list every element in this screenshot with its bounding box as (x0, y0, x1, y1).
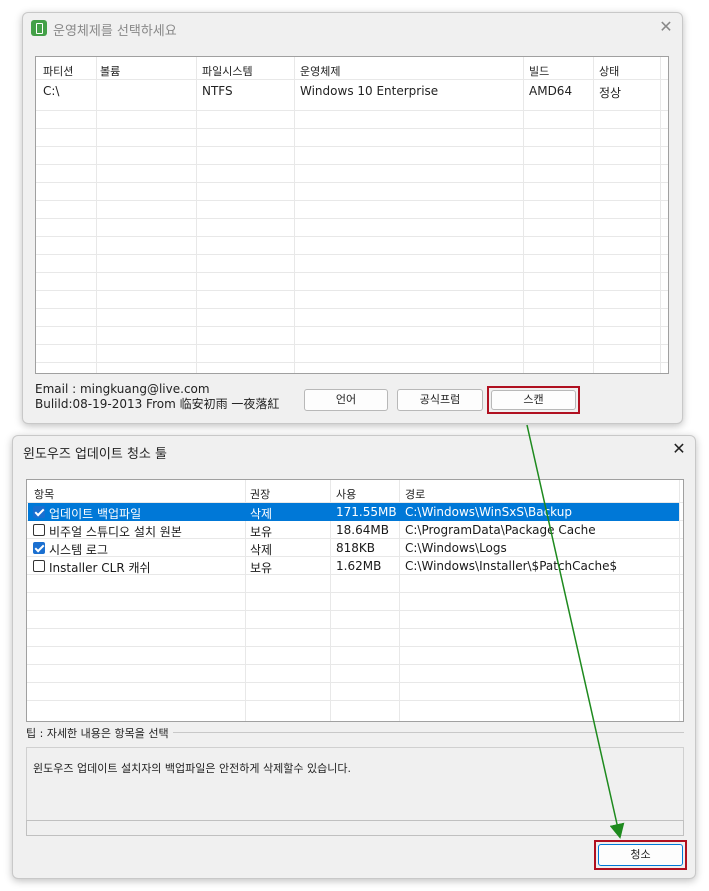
close-icon[interactable]: ✕ (671, 441, 687, 457)
tip-label: 팁 : 자세한 내용은 항목을 선택 (26, 725, 173, 741)
column-header-status[interactable]: 상태 (599, 63, 619, 79)
item-recommend: 보유 (250, 525, 273, 539)
column-header-usage[interactable]: 사용 (336, 486, 356, 502)
column-header-os[interactable]: 운영체제 (300, 63, 340, 79)
build-text: Bulild:08-19-2013 From 临安初雨 一夜落紅 (35, 397, 280, 411)
row-checkbox[interactable] (33, 560, 45, 572)
official-site-button[interactable]: 공식프럼 (397, 389, 483, 411)
os-row-partition[interactable]: C:\ (43, 84, 59, 98)
table-row[interactable]: Installer CLR 캐쉬 보유 1.62MB C:\Windows\In… (28, 557, 679, 575)
status-bar (26, 820, 684, 836)
item-path: C:\Windows\Logs (405, 541, 507, 555)
os-select-window: 운영체제를 선택하세요 ✕ 파티션 볼륨 파일시스템 운영체제 빌드 상태 C:… (22, 12, 683, 424)
column-header-path[interactable]: 경로 (405, 486, 425, 502)
scan-button[interactable]: 스캔 (491, 390, 576, 410)
column-header-build[interactable]: 빌드 (529, 63, 549, 79)
item-name: 비주얼 스튜디오 설치 원본 (49, 525, 182, 539)
close-icon[interactable]: ✕ (658, 19, 674, 35)
item-name: 업데이트 백업파일 (49, 507, 142, 521)
table-row[interactable]: 비주얼 스튜디오 설치 원본 보유 18.64MB C:\ProgramData… (28, 521, 679, 539)
author-info: Email : mingkuang@live.com Bulild:08-19-… (35, 382, 279, 412)
table-row[interactable]: 시스템 로그 삭제 818KB C:\Windows\Logs (28, 539, 679, 557)
item-recommend: 삭제 (250, 507, 273, 521)
item-recommend: 삭제 (250, 543, 273, 557)
os-row-filesystem[interactable]: NTFS (202, 84, 233, 98)
item-size: 18.64MB (336, 523, 389, 537)
item-size: 1.62MB (336, 559, 382, 573)
language-button[interactable]: 언어 (304, 389, 388, 411)
update-cleaner-window: 윈도우즈 업데이트 청소 툴 ✕ 항목 권장 사용 경로 업데이트 백업파일 삭… (12, 435, 696, 879)
row-checkbox[interactable] (33, 506, 45, 518)
app-icon (31, 20, 47, 36)
item-path: C:\Windows\WinSxS\Backup (405, 505, 572, 519)
column-header-volume[interactable]: 볼륨 (100, 63, 120, 79)
item-size: 171.55MB (336, 505, 397, 519)
os-list[interactable]: 파티션 볼륨 파일시스템 운영체제 빌드 상태 C:\ NTFS Windows… (35, 56, 669, 374)
item-recommend: 보유 (250, 561, 273, 575)
item-name: Installer CLR 캐쉬 (49, 561, 151, 575)
os-row-os[interactable]: Windows 10 Enterprise (300, 84, 438, 98)
email-text: Email : mingkuang@live.com (35, 382, 210, 396)
tip-text: 윈도우즈 업데이트 설치자의 백업파일은 안전하게 삭제할수 있습니다. (33, 762, 351, 775)
item-path: C:\Windows\Installer\$PatchCache$ (405, 559, 618, 573)
window-title: 운영체제를 선택하세요 (53, 24, 177, 39)
clean-button[interactable]: 청소 (598, 844, 683, 866)
table-row[interactable]: 업데이트 백업파일 삭제 171.55MB C:\Windows\WinSxS\… (28, 503, 679, 521)
os-row-build[interactable]: AMD64 (529, 84, 572, 98)
title-bar: 운영체제를 선택하세요 ✕ (23, 13, 682, 43)
cleanup-item-list[interactable]: 항목 권장 사용 경로 업데이트 백업파일 삭제 171.55MB C:\Win… (26, 479, 684, 722)
os-row-status[interactable]: 정상 (599, 84, 621, 101)
column-header-partition[interactable]: 파티션 (43, 63, 73, 79)
row-checkbox[interactable] (33, 542, 45, 554)
row-checkbox[interactable] (33, 524, 45, 536)
item-path: C:\ProgramData\Package Cache (405, 523, 596, 537)
column-header-filesystem[interactable]: 파일시스템 (202, 63, 253, 79)
column-header-item[interactable]: 항목 (34, 486, 54, 502)
window-title: 윈도우즈 업데이트 청소 툴 (23, 447, 167, 462)
item-name: 시스템 로그 (49, 543, 109, 557)
column-header-recommend[interactable]: 권장 (250, 486, 270, 502)
item-size: 818KB (336, 541, 376, 555)
tip-panel: 윈도우즈 업데이트 설치자의 백업파일은 안전하게 삭제할수 있습니다. (26, 747, 684, 830)
